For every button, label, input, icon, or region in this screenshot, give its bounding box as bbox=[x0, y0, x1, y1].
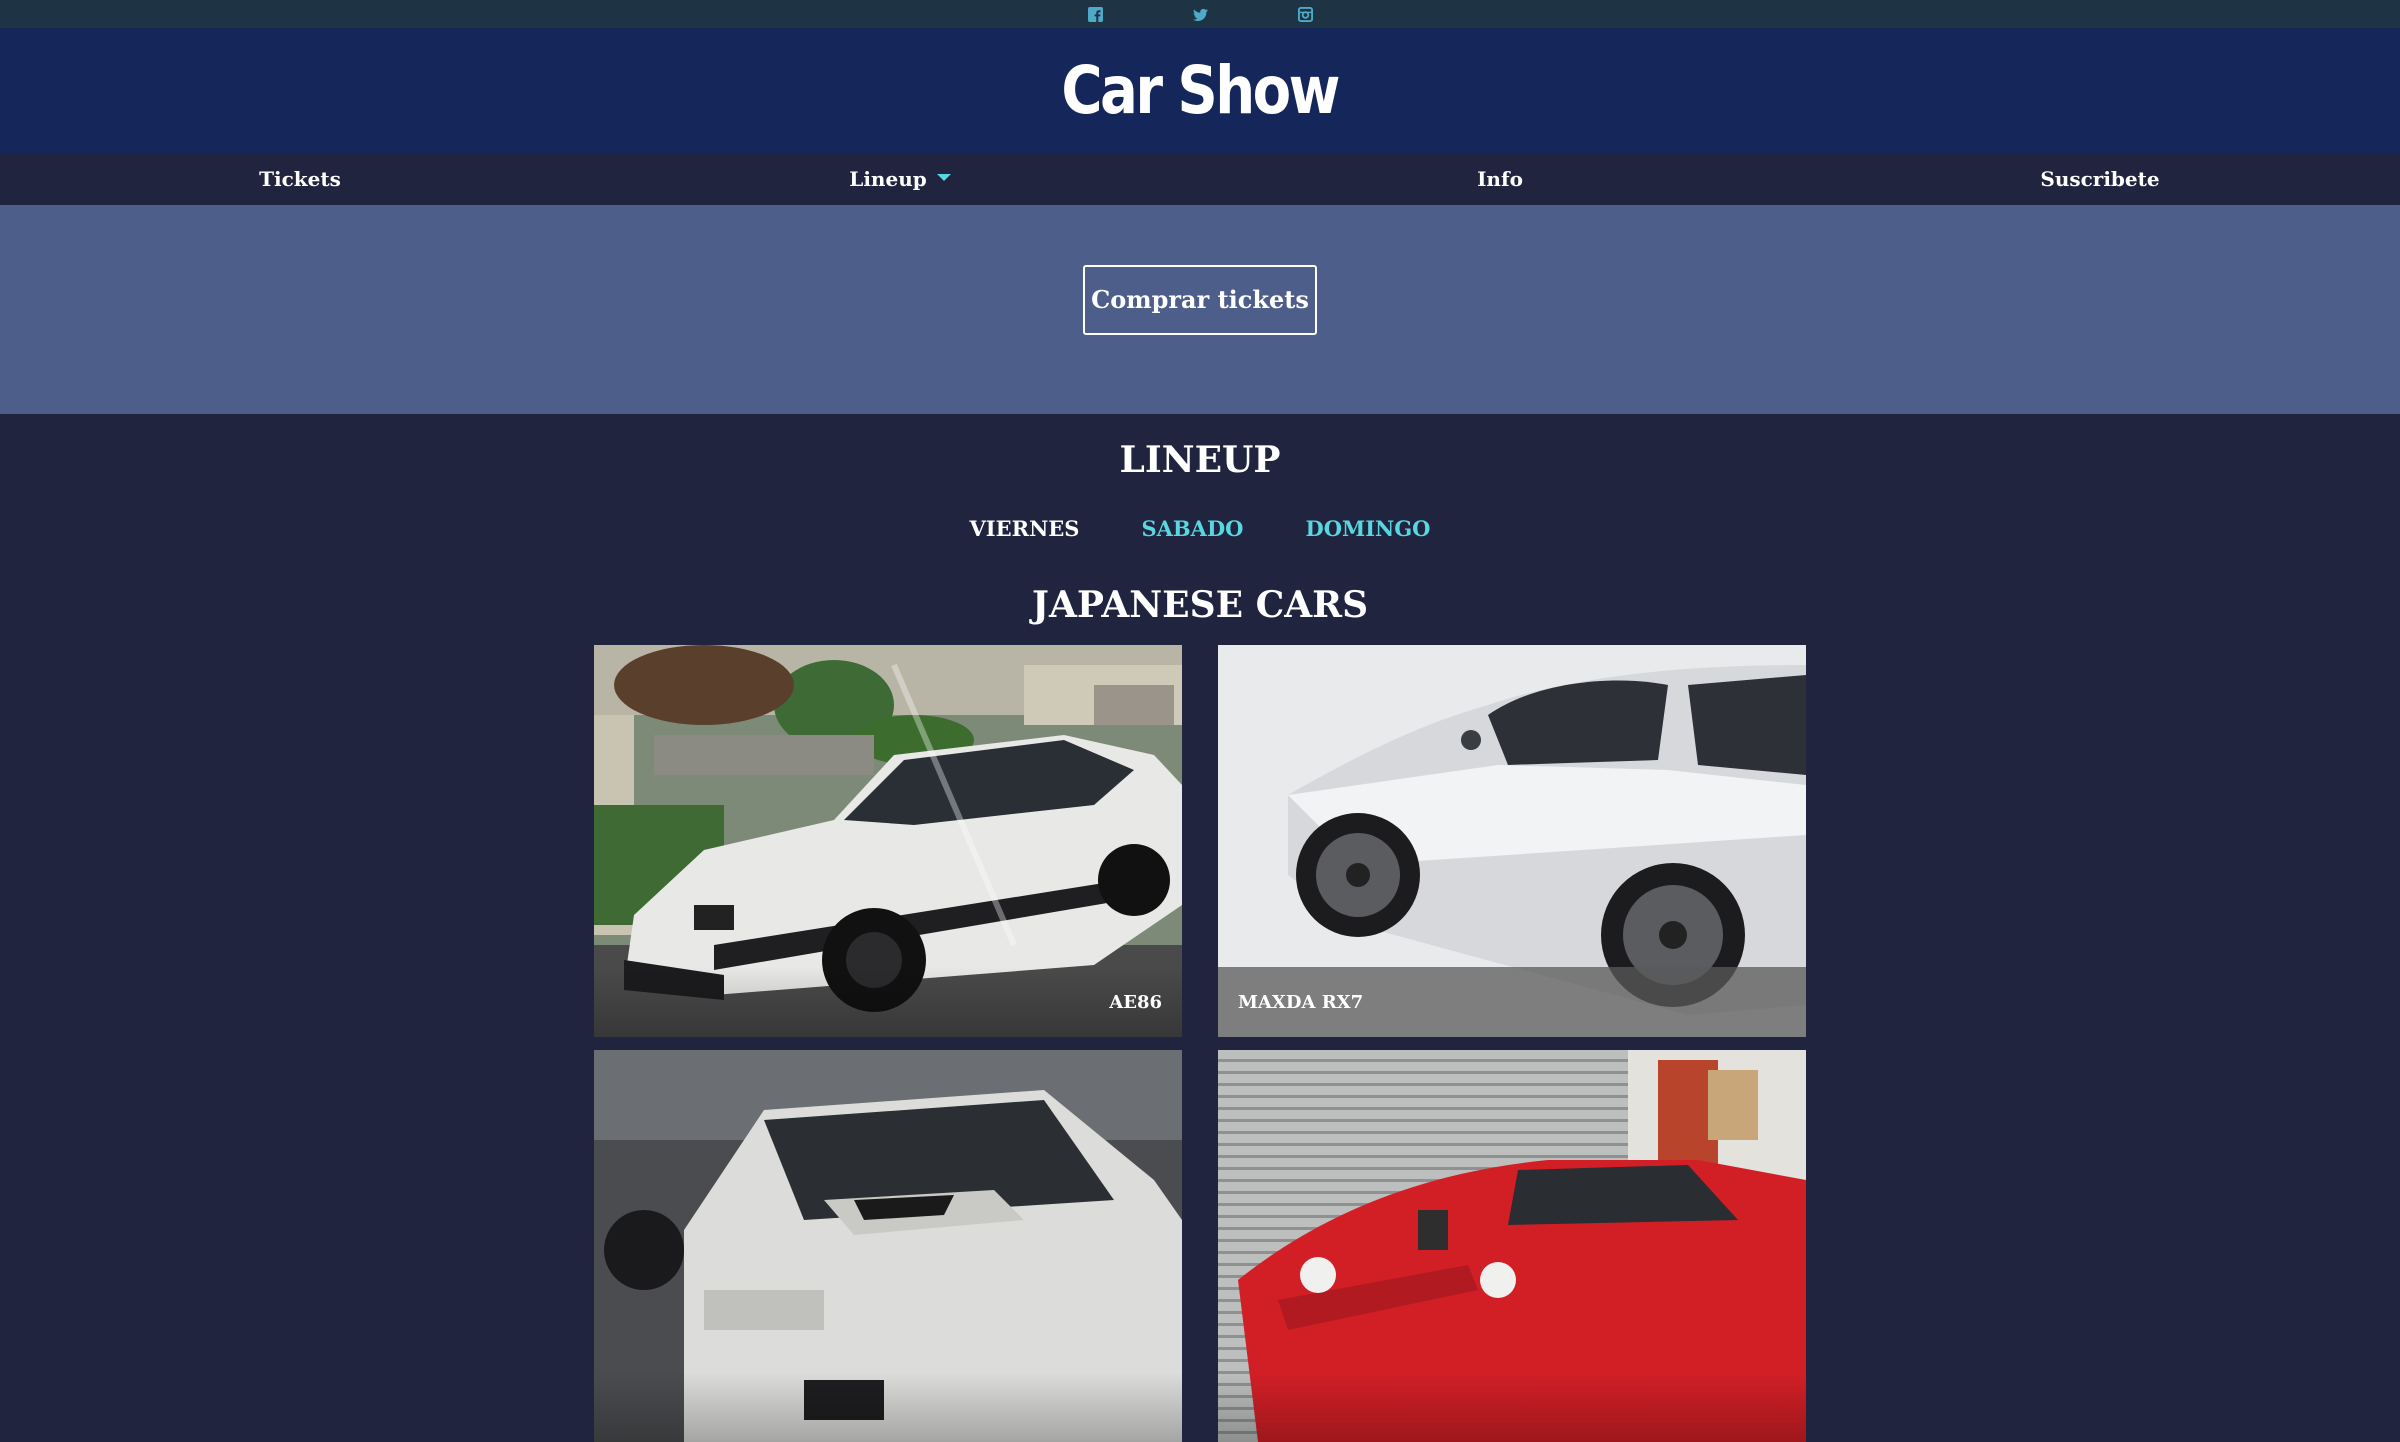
car-grid: AE86 MAXDA RX7 bbox=[594, 645, 1806, 1442]
facebook-icon bbox=[1087, 6, 1103, 22]
nav-item-label: Lineup bbox=[849, 167, 927, 191]
car-card[interactable] bbox=[594, 1050, 1182, 1442]
twitter-link[interactable] bbox=[1192, 7, 1208, 22]
category-title: JAPANESE CARS bbox=[1031, 584, 1369, 626]
car-caption: MAXDA RX7 bbox=[1218, 967, 1806, 1037]
car-caption: AE86 bbox=[594, 967, 1182, 1037]
nav-item-label: Suscribete bbox=[2040, 167, 2160, 191]
instagram-icon bbox=[1297, 6, 1313, 22]
car-caption bbox=[1218, 1372, 1806, 1442]
nav-item-tickets[interactable]: Tickets bbox=[0, 167, 600, 191]
social-bar bbox=[0, 0, 2400, 28]
tab-viernes[interactable]: VIERNES bbox=[970, 518, 1080, 539]
hero-section: Comprar tickets bbox=[0, 205, 2400, 414]
facebook-link[interactable] bbox=[1087, 6, 1103, 22]
tab-sabado[interactable]: SABADO bbox=[1141, 518, 1243, 539]
car-card[interactable]: AE86 bbox=[594, 645, 1182, 1037]
car-card[interactable]: MAXDA RX7 bbox=[1218, 645, 1806, 1037]
car-name: AE86 bbox=[1109, 991, 1162, 1013]
tab-domingo[interactable]: DOMINGO bbox=[1305, 518, 1430, 539]
car-caption bbox=[594, 1372, 1182, 1442]
main-nav: Tickets Lineup Info Suscribete bbox=[0, 153, 2400, 205]
car-card[interactable] bbox=[1218, 1050, 1806, 1442]
lineup-section: LINEUP VIERNES SABADO DOMINGO JAPANESE C… bbox=[0, 442, 2400, 1442]
nav-item-suscribete[interactable]: Suscribete bbox=[1800, 167, 2400, 191]
twitter-icon bbox=[1192, 8, 1208, 21]
caret-down-icon bbox=[936, 173, 951, 181]
nav-item-label: Tickets bbox=[259, 167, 341, 191]
lineup-title: LINEUP bbox=[1119, 439, 1281, 481]
day-tabs: VIERNES SABADO DOMINGO bbox=[0, 518, 2400, 539]
nav-item-info[interactable]: Info bbox=[1200, 167, 1800, 191]
header-banner: Car Show bbox=[0, 28, 2400, 153]
nav-item-lineup[interactable]: Lineup bbox=[600, 167, 1200, 191]
site-title: Car Show bbox=[1061, 51, 1341, 129]
car-name: MAXDA RX7 bbox=[1238, 991, 1364, 1013]
instagram-link[interactable] bbox=[1297, 6, 1313, 22]
nav-item-label: Info bbox=[1477, 167, 1523, 191]
buy-tickets-button[interactable]: Comprar tickets bbox=[1083, 264, 1317, 335]
